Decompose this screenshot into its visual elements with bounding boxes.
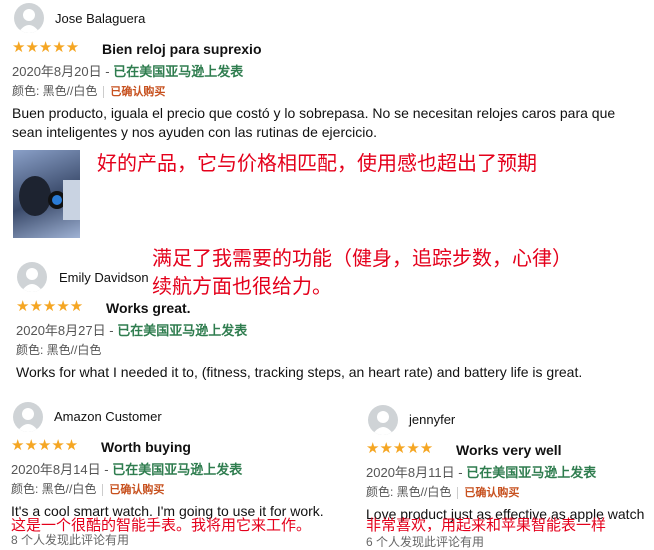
translation-annotation: 满足了我需要的功能（健身，追踪步数，心律） 续航方面也很给力。	[152, 246, 572, 298]
verified-purchase-badge: 已确认购买	[102, 484, 165, 496]
review-title[interactable]: Works very well	[456, 442, 562, 458]
user-icon	[17, 408, 39, 432]
translation-annotation: 非常喜欢，用起来和苹果智能表一样	[366, 516, 607, 534]
helpful-count: 8 个人发现此评论有用	[11, 533, 130, 547]
review-image-thumbnail[interactable]	[13, 150, 80, 238]
review-title[interactable]: Works great.	[106, 300, 191, 316]
variant-info: 颜色: 黑色//白色 已确认购买	[366, 485, 520, 499]
translation-annotation: 好的产品，它与价格相匹配，使用感也超出了预期	[97, 151, 537, 175]
review-date: 2020年8月14日 - 已在美国亚马逊上发表	[11, 462, 243, 477]
avatar	[17, 262, 47, 292]
variant-info[interactable]: 颜色: 黑色//白色	[16, 341, 101, 358]
review-body: Buen producto, iguala el precio que cost…	[12, 105, 616, 140]
reviewer-name[interactable]: jennyfer	[409, 412, 455, 427]
review-body: Works for what I needed it to, (fitness,…	[16, 364, 583, 380]
review-date: 2020年8月27日 - 已在美国亚马逊上发表	[16, 323, 248, 338]
review-title[interactable]: Worth buying	[101, 439, 191, 455]
watch-photo-icon	[19, 176, 80, 220]
avatar	[13, 402, 43, 432]
star-rating[interactable]: ★★★★★	[366, 441, 433, 456]
reviewer-name[interactable]: Amazon Customer	[54, 409, 162, 424]
variant-info: 颜色: 黑色//白色 已确认购买	[11, 482, 165, 496]
helpful-count: 6 个人发现此评论有用	[366, 535, 485, 549]
review-date: 2020年8月11日 - 已在美国亚马逊上发表	[366, 465, 597, 480]
avatar	[368, 405, 398, 435]
user-icon	[18, 9, 40, 33]
star-rating[interactable]: ★★★★★	[12, 40, 79, 55]
review-date: 2020年8月20日 - 已在美国亚马逊上发表	[12, 64, 244, 79]
verified-purchase-badge: 已确认购买	[103, 86, 166, 98]
star-rating[interactable]: ★★★★★	[11, 438, 78, 453]
star-rating[interactable]: ★★★★★	[16, 299, 83, 314]
reviewer-name[interactable]: Emily Davidson	[59, 270, 149, 285]
reviewer-name[interactable]: Jose Balaguera	[55, 11, 145, 26]
verified-purchase-badge: 已确认购买	[457, 487, 520, 499]
review-title[interactable]: Bien reloj para suprexio	[102, 41, 262, 57]
user-icon	[372, 411, 394, 435]
avatar	[14, 3, 44, 33]
variant-info: 颜色: 黑色//白色 已确认购买	[12, 84, 166, 98]
user-icon	[21, 268, 43, 292]
